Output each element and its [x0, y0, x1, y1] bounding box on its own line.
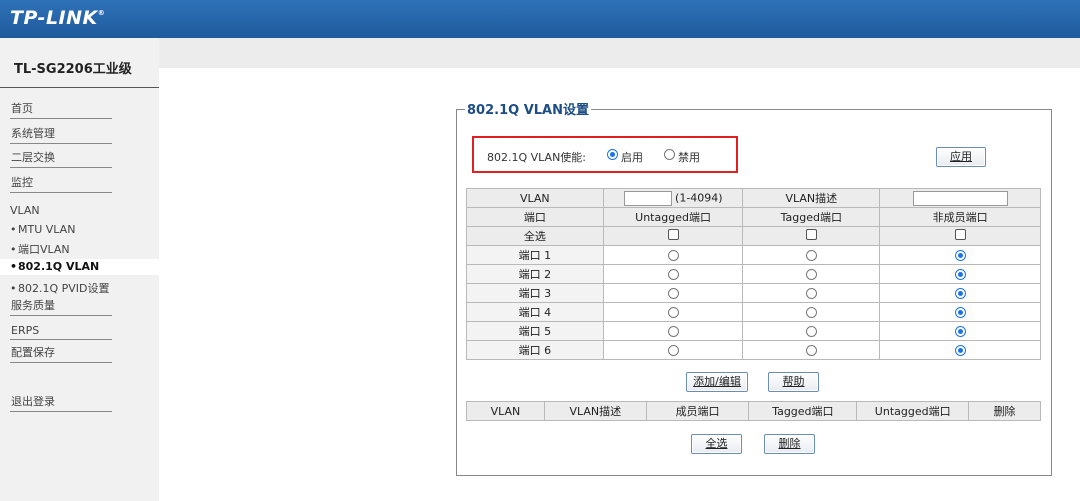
vlan-range-hint: (1-4094) — [675, 191, 723, 204]
untagged-radio[interactable] — [667, 269, 679, 280]
col-header: VLAN描述 — [543, 401, 647, 421]
menu-erps[interactable]: ERPS — [10, 321, 112, 340]
model-divider — [0, 87, 159, 88]
select-all-untagged-checkbox[interactable] — [667, 229, 679, 240]
vlan-desc-label: VLAN描述 — [742, 188, 881, 208]
table-row: 端口 4 — [466, 302, 1041, 322]
help-button[interactable]: 帮助 — [768, 372, 819, 392]
select-all-tagged-checkbox[interactable] — [805, 229, 817, 240]
device-model: TL-SG2206工业级 — [14, 62, 132, 77]
port-label: 端口 2 — [466, 264, 604, 284]
tagged-radio[interactable] — [805, 326, 817, 337]
col-header: VLAN — [466, 401, 545, 421]
menu-logout[interactable]: 退出登录 — [10, 393, 112, 412]
col-header: Untagged端口 — [856, 401, 970, 421]
select-all-nonmember-checkbox[interactable] — [954, 229, 966, 240]
menu-save-config[interactable]: 配置保存 — [10, 344, 112, 363]
untagged-radio[interactable] — [667, 250, 679, 261]
port-label: 端口 1 — [466, 245, 604, 265]
vlan-config-table: VLAN (1-4094) VLAN描述 端口 Untagged端口 Tagge… — [466, 188, 1041, 360]
select-all-label: 全选 — [466, 226, 604, 246]
col-header: 删除 — [968, 401, 1041, 421]
table-header-row: VLAN VLAN描述 成员端口 Tagged端口 Untagged端口 删除 — [466, 401, 1041, 421]
tagged-radio[interactable] — [805, 345, 817, 356]
menu-home[interactable]: 首页 — [10, 100, 112, 119]
port-label: 端口 6 — [466, 340, 604, 360]
select-all-row: 全选 — [466, 226, 1041, 246]
untagged-radio[interactable] — [667, 288, 679, 299]
col-header: Tagged端口 — [742, 207, 881, 227]
menu-qos[interactable]: 服务质量 — [10, 297, 112, 316]
col-header: Untagged端口 — [602, 207, 744, 227]
tagged-radio[interactable] — [805, 250, 817, 261]
enable-radio[interactable] — [607, 149, 618, 160]
vlan-id-label: VLAN — [466, 188, 604, 208]
menu-vlan[interactable]: VLAN — [10, 204, 40, 217]
col-header: 端口 — [466, 207, 604, 227]
table-header-row: 端口 Untagged端口 Tagged端口 非成员端口 — [466, 207, 1041, 227]
col-header: 成员端口 — [645, 401, 750, 421]
nonmember-radio[interactable] — [954, 288, 966, 299]
vlan-id-input[interactable] — [623, 190, 672, 206]
menu-monitor[interactable]: 监控 — [10, 174, 112, 193]
menu-port-vlan[interactable]: • 端口VLAN — [10, 241, 70, 257]
menu-mtu-vlan[interactable]: • MTU VLAN — [10, 223, 75, 236]
nonmember-radio[interactable] — [954, 250, 966, 261]
enable-label: 802.1Q VLAN使能: — [487, 151, 587, 164]
table-row: VLAN (1-4094) VLAN描述 — [466, 188, 1041, 208]
panel-title: 802.1Q VLAN设置 — [465, 99, 591, 118]
col-header: 非成员端口 — [879, 207, 1041, 227]
vlan-desc-input[interactable] — [912, 190, 1008, 206]
menu-8021q-vlan[interactable]: •802.1Q VLAN — [0, 259, 159, 275]
top-banner: TP-LINK® — [0, 0, 1080, 38]
tp-link-logo: TP-LINK® — [10, 7, 106, 29]
untagged-radio[interactable] — [667, 307, 679, 318]
untagged-radio[interactable] — [667, 326, 679, 337]
nonmember-radio[interactable] — [954, 345, 966, 356]
menu-system[interactable]: 系统管理 — [10, 125, 112, 144]
port-label: 端口 4 — [466, 302, 604, 322]
port-label: 端口 5 — [466, 321, 604, 341]
tagged-radio[interactable] — [805, 269, 817, 280]
untagged-radio[interactable] — [667, 345, 679, 356]
nonmember-radio[interactable] — [954, 326, 966, 337]
table-row: 端口 5 — [466, 321, 1041, 341]
vlan-list-table: VLAN VLAN描述 成员端口 Tagged端口 Untagged端口 删除 — [466, 401, 1041, 421]
table-row: 端口 2 — [466, 264, 1041, 284]
nonmember-radio[interactable] — [954, 269, 966, 280]
disable-radio[interactable] — [664, 149, 675, 160]
enable-radio-label: 启用 — [621, 151, 643, 164]
delete-button[interactable]: 删除 — [764, 434, 815, 454]
col-header: Tagged端口 — [748, 401, 858, 421]
nonmember-radio[interactable] — [954, 307, 966, 318]
table-row: 端口 1 — [466, 245, 1041, 265]
header-strip — [0, 38, 1080, 68]
menu-8021q-pvid[interactable]: • 802.1Q PVID设置 — [10, 280, 110, 296]
tagged-radio[interactable] — [805, 288, 817, 299]
tagged-radio[interactable] — [805, 307, 817, 318]
disable-radio-label: 禁用 — [678, 151, 700, 164]
menu-l2-switching[interactable]: 二层交换 — [10, 149, 112, 168]
select-all-button[interactable]: 全选 — [691, 434, 742, 454]
table-row: 端口 3 — [466, 283, 1041, 303]
add-edit-button[interactable]: 添加/编辑 — [686, 372, 748, 392]
port-label: 端口 3 — [466, 283, 604, 303]
table-row: 端口 6 — [466, 340, 1041, 360]
apply-button[interactable]: 应用 — [936, 147, 986, 167]
